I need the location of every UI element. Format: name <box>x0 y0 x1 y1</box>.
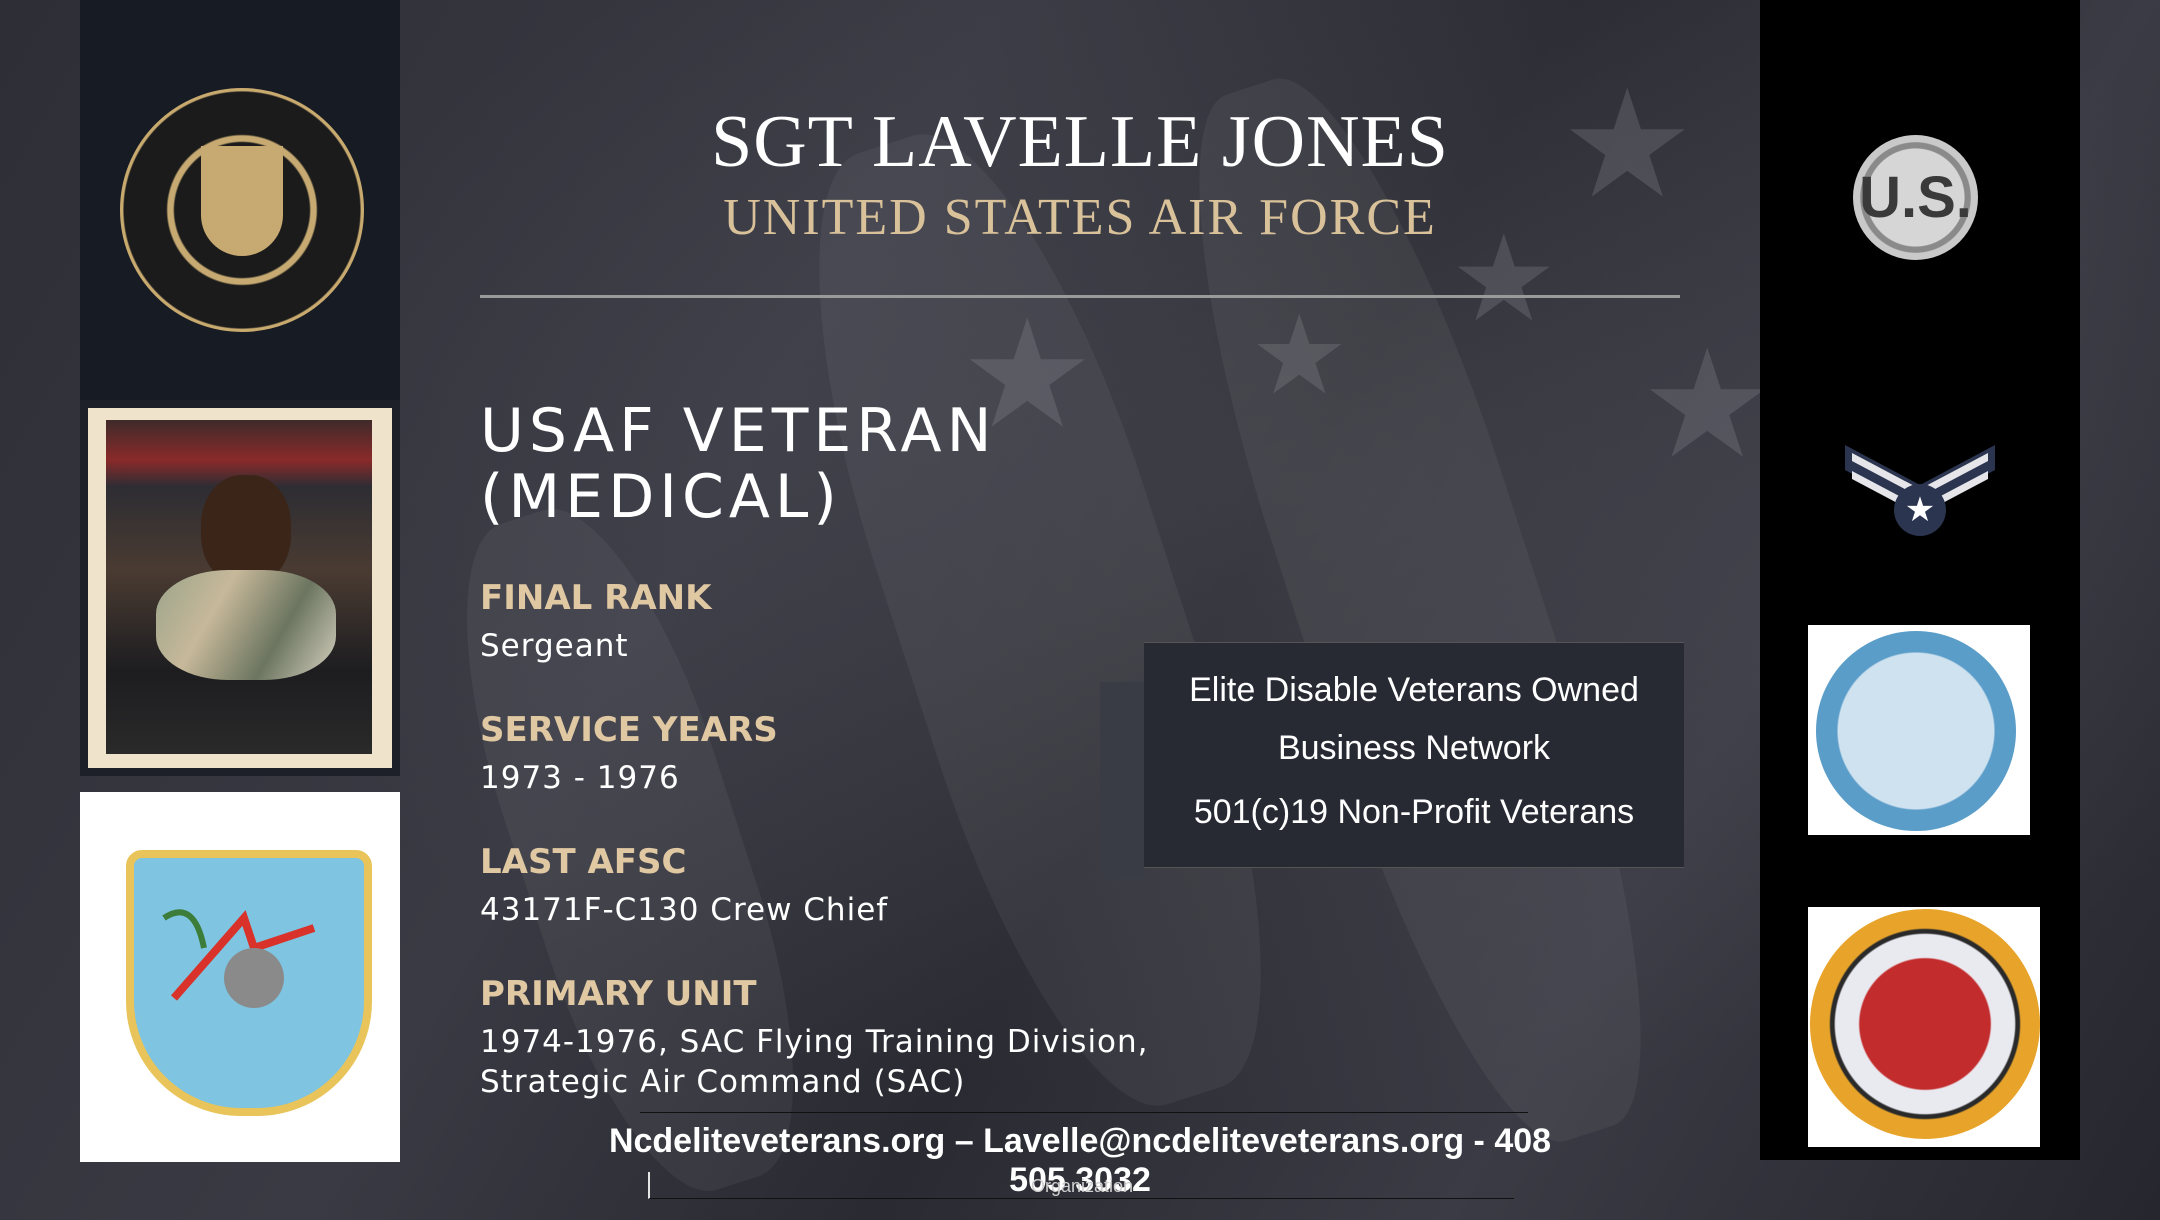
service-years-label: SERVICE YEARS <box>480 710 778 750</box>
organization-name: Elite Disable Veterans Owned Business Ne… <box>1189 671 1639 767</box>
veteran-status-title: USAF VETERAN (MEDICAL) <box>480 396 997 532</box>
svg-text:★: ★ <box>1905 490 1935 530</box>
veteran-name: SGT LAVELLE JONES <box>711 101 1449 183</box>
us-insignia-icon: U.S. <box>1853 135 1978 260</box>
last-afsc-label: LAST AFSC <box>480 842 687 882</box>
primary-unit-value-line2: Strategic Air Command (SAC) <box>480 1064 966 1100</box>
veteran-portrait <box>106 420 372 754</box>
organization-caption: Organization <box>1030 1176 1134 1196</box>
dav-seal-icon <box>1810 909 2040 1139</box>
strategic-air-command-patch <box>80 792 400 1162</box>
service-branch: UNITED STATES AIR FORCE <box>723 189 1437 246</box>
network-seal-icon <box>1816 631 2016 831</box>
last-afsc-value: 43171F-C130 Crew Chief <box>480 892 889 928</box>
primary-unit-label: PRIMARY UNIT <box>480 974 757 1014</box>
seal-panel <box>80 0 400 400</box>
air-force-seal-icon <box>120 88 364 332</box>
organization-status: 501(c)19 Non-Profit Veterans <box>1193 793 1635 831</box>
sac-emblem-icon <box>162 909 316 1008</box>
disabled-american-veterans-logo <box>1808 907 2040 1147</box>
portrait-border <box>88 408 392 768</box>
portrait-frame <box>80 400 400 776</box>
right-sidebar: U.S. ★ <box>1760 0 2080 1160</box>
primary-unit-value: 1974-1976, SAC Flying Training Division, <box>480 1024 1149 1060</box>
organization-box: Elite Disable Veterans Owned Business Ne… <box>1144 642 1684 868</box>
sac-shield-icon <box>126 850 372 1116</box>
seal-shield <box>201 146 283 256</box>
org-box-accent <box>1100 682 1144 878</box>
portrait-scarf <box>156 570 336 680</box>
final-rank-label: FINAL RANK <box>480 578 712 618</box>
elite-veterans-network-logo <box>1808 625 2030 835</box>
rank-chevron-icon: ★ <box>1845 445 1995 536</box>
flag-star-icon: ★ <box>1640 318 1775 492</box>
header-divider <box>480 295 1680 298</box>
flag-star-icon: ★ <box>1250 291 1349 419</box>
caption-box: Organization <box>648 1172 1514 1199</box>
portrait-head <box>201 475 291 585</box>
footer-divider <box>640 1112 1528 1113</box>
service-years-value: 1973 - 1976 <box>480 760 680 796</box>
final-rank-value: Sergeant <box>480 628 629 664</box>
left-sidebar <box>80 0 400 1162</box>
